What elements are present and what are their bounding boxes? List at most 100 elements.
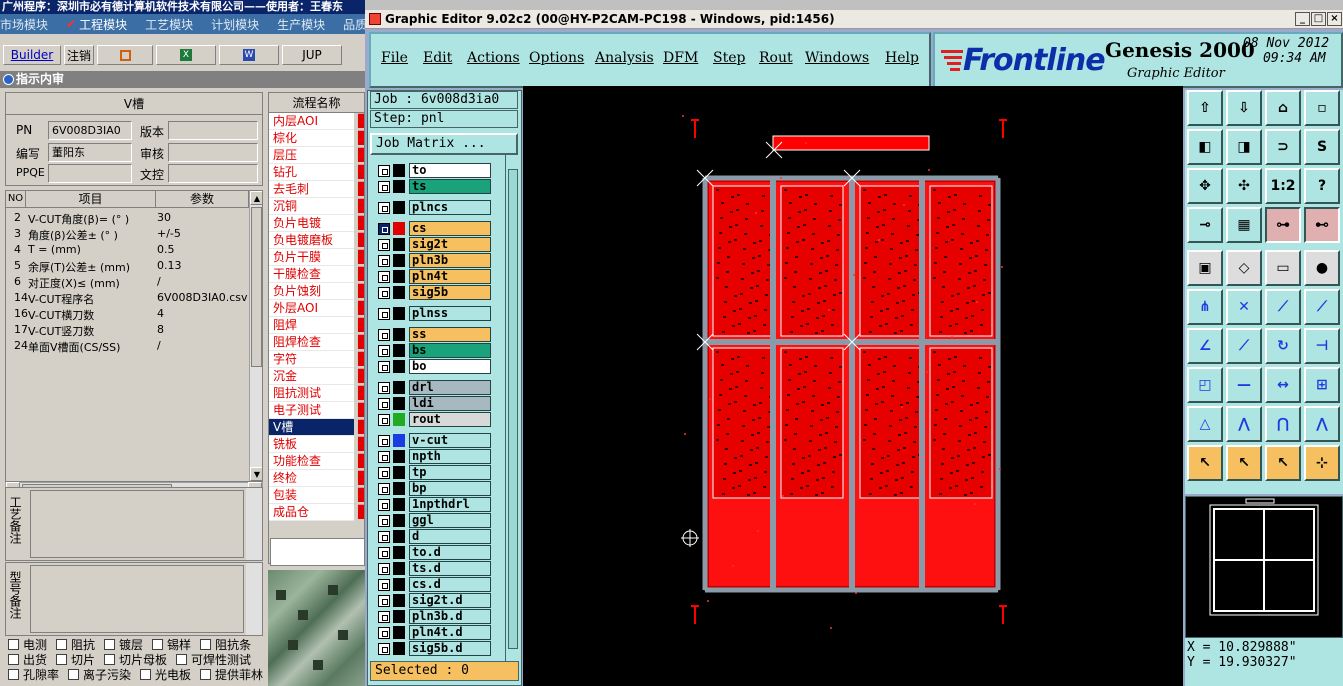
layer-row[interactable]: bs (372, 343, 492, 359)
model-note-scroll[interactable] (246, 563, 262, 635)
layer-row[interactable]: sig5b.d (372, 641, 492, 657)
scroll-thumb[interactable] (251, 207, 262, 367)
flow-item[interactable]: 成品仓 █ (269, 504, 364, 521)
flow-item[interactable]: 钻孔 █ (269, 164, 364, 181)
layer-row[interactable]: v-cut (372, 433, 492, 449)
checkbox-box[interactable] (140, 669, 152, 680)
tool-pointer3[interactable]: ↖ (1265, 445, 1301, 481)
checkbox-box[interactable] (104, 639, 116, 650)
layer-row[interactable]: cs.d (372, 577, 492, 593)
layer-checkbox[interactable] (378, 329, 390, 341)
menu-actions[interactable]: Actions (467, 50, 520, 66)
layer-row[interactable]: ts.d (372, 561, 492, 577)
tool-wave[interactable]: ⋀ (1304, 406, 1340, 442)
tool-peak[interactable]: ⋀ (1226, 406, 1262, 442)
layer-row[interactable]: ggl (372, 513, 492, 529)
table-row[interactable]: 17 V-CUT竖刀数 8 (6, 322, 246, 338)
tool-connect[interactable]: ⊶ (1265, 207, 1301, 243)
layer-row[interactable]: plnss (372, 306, 492, 322)
option-checkbox[interactable]: 电测 (8, 637, 47, 652)
checkbox-box[interactable] (56, 654, 68, 665)
layer-row[interactable]: 1npthdrl (372, 497, 492, 513)
flow-item[interactable]: V槽 █ (269, 419, 364, 436)
layer-row[interactable]: pln4t.d (372, 625, 492, 641)
flow-item[interactable]: 干膜检查 █ (269, 266, 364, 283)
layer-checkbox[interactable] (378, 563, 390, 575)
menu-file[interactable]: File (381, 50, 408, 66)
version-field[interactable] (168, 121, 258, 140)
flow-input[interactable] (270, 538, 365, 566)
checkbox-box[interactable] (152, 639, 164, 650)
layer-checkbox[interactable] (378, 579, 390, 591)
layer-row[interactable]: sig5b (372, 285, 492, 301)
layer-checkbox[interactable] (378, 643, 390, 655)
option-checkbox[interactable]: 锡样 (152, 637, 191, 652)
layer-checkbox[interactable] (378, 308, 390, 320)
flow-item[interactable]: 阻抗测试 █ (269, 385, 364, 402)
flow-item[interactable]: 阻焊检查 █ (269, 334, 364, 351)
table-row[interactable]: 3 角度(β)公差± (° ) +/-5 (6, 226, 246, 242)
table-row[interactable]: 2 V-CUT角度(β)= (° ) 30 (6, 210, 246, 226)
model-note-text[interactable] (30, 565, 244, 633)
checkbox-box[interactable] (8, 639, 19, 650)
flow-item[interactable]: 负电镀磨板 █ (269, 232, 364, 249)
tool-snap[interactable]: ⊷ (1304, 207, 1340, 243)
layer-row[interactable]: drl (372, 380, 492, 396)
module-engineering[interactable]: 工程模块 (79, 16, 127, 33)
tool-network[interactable]: ⊹ (1304, 445, 1340, 481)
tool-select-box[interactable]: ▣ (1187, 250, 1223, 286)
excel-button[interactable]: X (156, 45, 216, 65)
tool-ruler[interactable]: ▭ (1265, 250, 1301, 286)
layer-row[interactable]: ss (372, 327, 492, 343)
doc-control-field[interactable] (168, 164, 258, 183)
tool-bracket[interactable]: ⊣ (1304, 328, 1340, 364)
layer-checkbox[interactable] (378, 255, 390, 267)
tool-s-curve[interactable]: S (1304, 129, 1340, 165)
menu-rout[interactable]: Rout (759, 50, 793, 66)
flow-item[interactable]: 负片电镀 █ (269, 215, 364, 232)
tool-circle[interactable]: ● (1304, 250, 1340, 286)
layer-row[interactable]: rout (372, 412, 492, 428)
option-checkbox[interactable]: 切片 (56, 652, 95, 667)
checkbox-box[interactable] (56, 639, 68, 650)
scroll-down-arrow[interactable]: ▼ (250, 467, 262, 481)
layer-row[interactable]: bp (372, 481, 492, 497)
layer-row[interactable]: cs (372, 221, 492, 237)
tool-polygon[interactable]: ◇ (1226, 250, 1262, 286)
menu-options[interactable]: Options (529, 50, 584, 66)
tool-rotate[interactable]: ↻ (1265, 328, 1301, 364)
tool-download[interactable]: ⇩ (1226, 90, 1262, 126)
reviewer-field[interactable] (168, 143, 258, 162)
layer-checkbox[interactable] (378, 345, 390, 357)
layer-row[interactable]: ldi (372, 396, 492, 412)
table-row[interactable]: 6 对正度(X)≤ (mm) / (6, 274, 246, 290)
minimize-icon[interactable]: _ (1295, 12, 1310, 26)
option-checkbox[interactable]: 镀层 (104, 637, 143, 652)
layer-row[interactable]: plncs (372, 200, 492, 216)
flow-item[interactable]: 终检 █ (269, 470, 364, 487)
layer-row[interactable]: pln4t (372, 269, 492, 285)
layer-checkbox[interactable] (378, 239, 390, 251)
tool-line[interactable]: ⟋ (1265, 289, 1301, 325)
layer-row[interactable]: to.d (372, 545, 492, 561)
tool-pad[interactable]: ⋔ (1187, 289, 1223, 325)
table-row[interactable]: 24 单面V槽面(CS/SS) / (6, 338, 246, 354)
module-process[interactable]: 工艺模块 (145, 16, 193, 33)
layer-checkbox[interactable] (378, 499, 390, 511)
flow-item[interactable]: 字符 █ (269, 351, 364, 368)
layer-checkbox[interactable] (378, 611, 390, 623)
layer-row[interactable]: d (372, 529, 492, 545)
layer-checkbox[interactable] (378, 223, 390, 235)
option-checkbox[interactable]: 离子污染 (68, 667, 131, 682)
layer-checkbox[interactable] (378, 165, 390, 177)
module-quality[interactable]: 品质模 (343, 16, 365, 33)
tool-angle[interactable]: ∠ (1187, 328, 1223, 364)
menu-windows[interactable]: Windows (805, 50, 869, 66)
flow-item[interactable]: 层压 █ (269, 147, 364, 164)
checkbox-box[interactable] (8, 654, 19, 665)
flow-item[interactable]: 去毛刺 █ (269, 181, 364, 198)
module-planning[interactable]: 计划模块 (211, 16, 259, 33)
layer-checkbox[interactable] (378, 382, 390, 394)
layer-checkbox[interactable] (378, 271, 390, 283)
layer-checkbox[interactable] (378, 627, 390, 639)
